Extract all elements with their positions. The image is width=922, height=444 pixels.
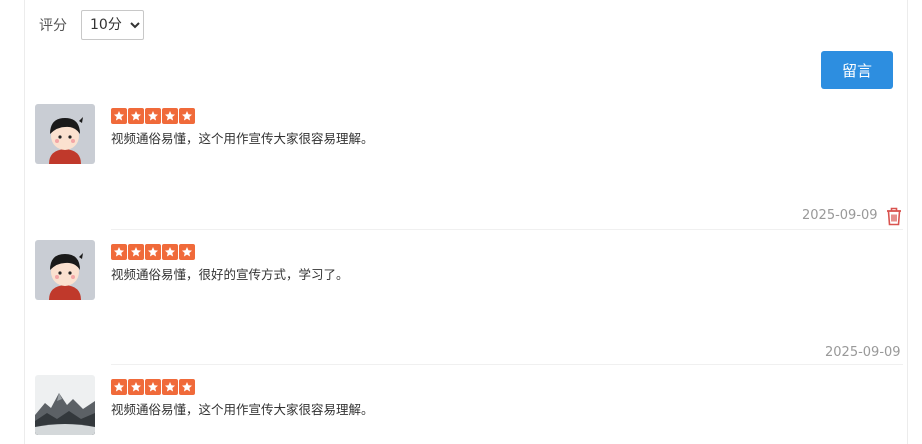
star-rating bbox=[111, 108, 195, 124]
star-icon bbox=[179, 379, 195, 395]
star-icon bbox=[111, 379, 127, 395]
trash-icon[interactable] bbox=[885, 206, 903, 226]
star-icon bbox=[111, 244, 127, 260]
star-icon bbox=[128, 379, 144, 395]
star-icon bbox=[162, 244, 178, 260]
submit-comment-button[interactable]: 留言 bbox=[821, 51, 893, 89]
star-icon bbox=[128, 244, 144, 260]
star-icon bbox=[145, 244, 161, 260]
rating-row: 评分 10分 bbox=[39, 10, 144, 40]
comment-date: 2025-09-09 bbox=[825, 345, 901, 360]
comment-divider bbox=[111, 364, 903, 365]
comment-divider bbox=[111, 229, 903, 230]
star-icon bbox=[145, 379, 161, 395]
cartoon-boy-avatar bbox=[35, 240, 95, 300]
comment-text: 视频通俗易懂，很好的宣传方式，学习了。 bbox=[111, 267, 349, 282]
star-icon bbox=[162, 108, 178, 124]
ink-landscape-avatar bbox=[35, 375, 95, 435]
star-icon bbox=[128, 108, 144, 124]
rating-label: 评分 bbox=[39, 18, 67, 34]
star-icon bbox=[179, 244, 195, 260]
star-icon bbox=[111, 108, 127, 124]
star-icon bbox=[162, 379, 178, 395]
star-rating bbox=[111, 379, 195, 395]
star-icon bbox=[179, 108, 195, 124]
comment-panel bbox=[24, 0, 908, 444]
cartoon-boy-avatar bbox=[35, 104, 95, 164]
rating-select[interactable]: 10分 bbox=[81, 10, 144, 40]
star-rating bbox=[111, 244, 195, 260]
user-avatar bbox=[35, 104, 95, 164]
comment-date: 2025-09-09 bbox=[802, 208, 878, 223]
user-avatar bbox=[35, 240, 95, 300]
comment-text: 视频通俗易懂，这个用作宣传大家很容易理解。 bbox=[111, 402, 374, 417]
comment-text: 视频通俗易懂，这个用作宣传大家很容易理解。 bbox=[111, 131, 374, 146]
star-icon bbox=[145, 108, 161, 124]
user-avatar bbox=[35, 375, 95, 435]
